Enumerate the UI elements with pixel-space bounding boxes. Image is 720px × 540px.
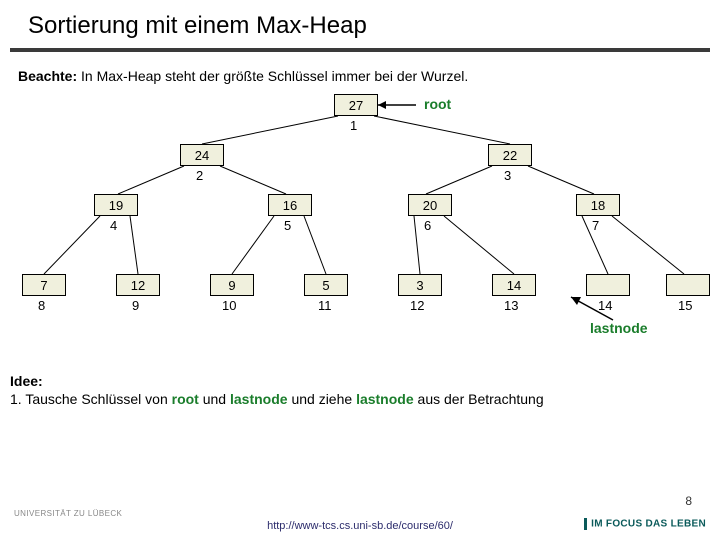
index-3: 3	[504, 168, 511, 183]
index-2: 2	[196, 168, 203, 183]
node-11: 5	[304, 274, 348, 296]
idea-text-3: und ziehe	[288, 391, 357, 407]
node-10: 9	[210, 274, 254, 296]
index-7: 7	[592, 218, 599, 233]
index-6: 6	[424, 218, 431, 233]
idea-lastnode-2: lastnode	[356, 391, 414, 407]
idea-root: root	[172, 391, 199, 407]
footer-url: http://www-tcs.cs.uni-sb.de/course/60/	[267, 520, 453, 532]
page-title: Sortierung mit einem Max-Heap	[0, 0, 720, 48]
index-4: 4	[110, 218, 117, 233]
index-14: 14	[598, 298, 612, 313]
node-3: 22	[488, 144, 532, 166]
index-12: 12	[410, 298, 424, 313]
node-5: 16	[268, 194, 312, 216]
node-15	[666, 274, 710, 296]
idea-text-2: und	[199, 391, 230, 407]
logo-right: IM FOCUS DAS LEBEN	[584, 518, 706, 530]
node-4: 19	[94, 194, 138, 216]
index-1: 1	[350, 118, 357, 133]
node-6: 20	[408, 194, 452, 216]
node-2: 24	[180, 144, 224, 166]
note-line: Beachte: In Max-Heap steht der größte Sc…	[0, 62, 720, 84]
idea-block: Idee: 1. Tausche Schlüssel von root und …	[0, 354, 720, 408]
idea-text-1: 1. Tausche Schlüssel von	[10, 391, 172, 407]
index-5: 5	[284, 218, 291, 233]
index-13: 13	[504, 298, 518, 313]
idea-text-4: aus der Betrachtung	[414, 391, 544, 407]
node-8: 7	[22, 274, 66, 296]
page-number: 8	[685, 494, 692, 508]
logo-right-text: IM FOCUS DAS LEBEN	[591, 519, 706, 530]
index-11: 11	[318, 298, 332, 313]
index-8: 8	[38, 298, 45, 313]
note-text: In Max-Heap steht der größte Schlüssel i…	[81, 68, 468, 84]
idea-lastnode: lastnode	[230, 391, 288, 407]
heap-tree: root lastnode 27 1 24 2 22 3 19 4 16 5 2…	[10, 84, 710, 354]
node-1: 27	[334, 94, 378, 116]
note-label: Beachte:	[18, 68, 77, 84]
node-13: 14	[492, 274, 536, 296]
lastnode-label: lastnode	[590, 320, 648, 336]
index-9: 9	[132, 298, 139, 313]
logo-left: UNIVERSITÄT ZU LÜBECK	[14, 509, 122, 518]
node-9: 12	[116, 274, 160, 296]
divider	[10, 48, 710, 52]
node-12: 3	[398, 274, 442, 296]
footer: UNIVERSITÄT ZU LÜBECK http://www-tcs.cs.…	[0, 490, 720, 534]
node-14	[586, 274, 630, 296]
index-15: 15	[678, 298, 692, 313]
idea-label: Idee:	[10, 373, 43, 389]
node-7: 18	[576, 194, 620, 216]
index-10: 10	[222, 298, 236, 313]
root-label: root	[424, 96, 451, 112]
